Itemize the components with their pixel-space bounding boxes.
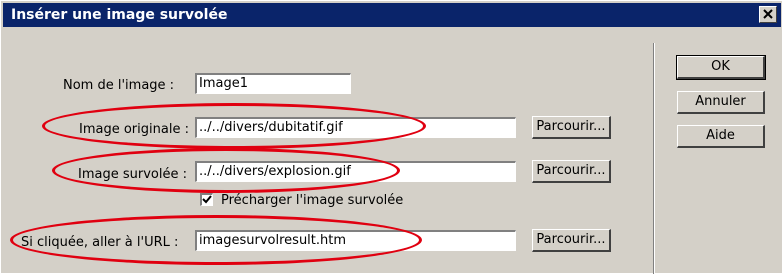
title-bar[interactable]: Insérer une image survolée bbox=[3, 3, 781, 27]
close-icon bbox=[763, 9, 773, 19]
check-icon bbox=[202, 195, 212, 204]
close-button[interactable] bbox=[759, 6, 777, 23]
dialog-title: Insérer une image survolée bbox=[11, 7, 228, 23]
button-divider bbox=[653, 43, 655, 274]
browse-original-button[interactable]: Parcourir... bbox=[532, 116, 611, 139]
image-name-label: Nom de l'image : bbox=[63, 78, 175, 93]
ok-button[interactable]: OK bbox=[676, 55, 766, 80]
original-image-label: Image originale : bbox=[79, 122, 189, 137]
url-input[interactable]: imagesurvolresult.htm bbox=[195, 230, 516, 251]
image-name-input[interactable]: Image1 bbox=[195, 73, 351, 94]
hover-image-input[interactable]: ../../divers/explosion.gif bbox=[195, 161, 516, 182]
preload-label[interactable]: Précharger l'image survolée bbox=[221, 193, 403, 208]
preload-checkbox[interactable] bbox=[200, 193, 213, 206]
url-label: Si cliquée, aller à l'URL : bbox=[21, 235, 179, 250]
browse-hover-button[interactable]: Parcourir... bbox=[532, 160, 611, 183]
browse-url-button[interactable]: Parcourir... bbox=[532, 229, 611, 252]
hover-image-label: Image survolée : bbox=[78, 167, 187, 182]
cancel-button[interactable]: Annuler bbox=[677, 91, 765, 114]
dialog-window: Insérer une image survolée Nom de l'imag… bbox=[0, 0, 782, 274]
original-image-input[interactable]: ../../divers/dubitatif.gif bbox=[195, 117, 516, 138]
help-button[interactable]: Aide bbox=[677, 125, 765, 148]
